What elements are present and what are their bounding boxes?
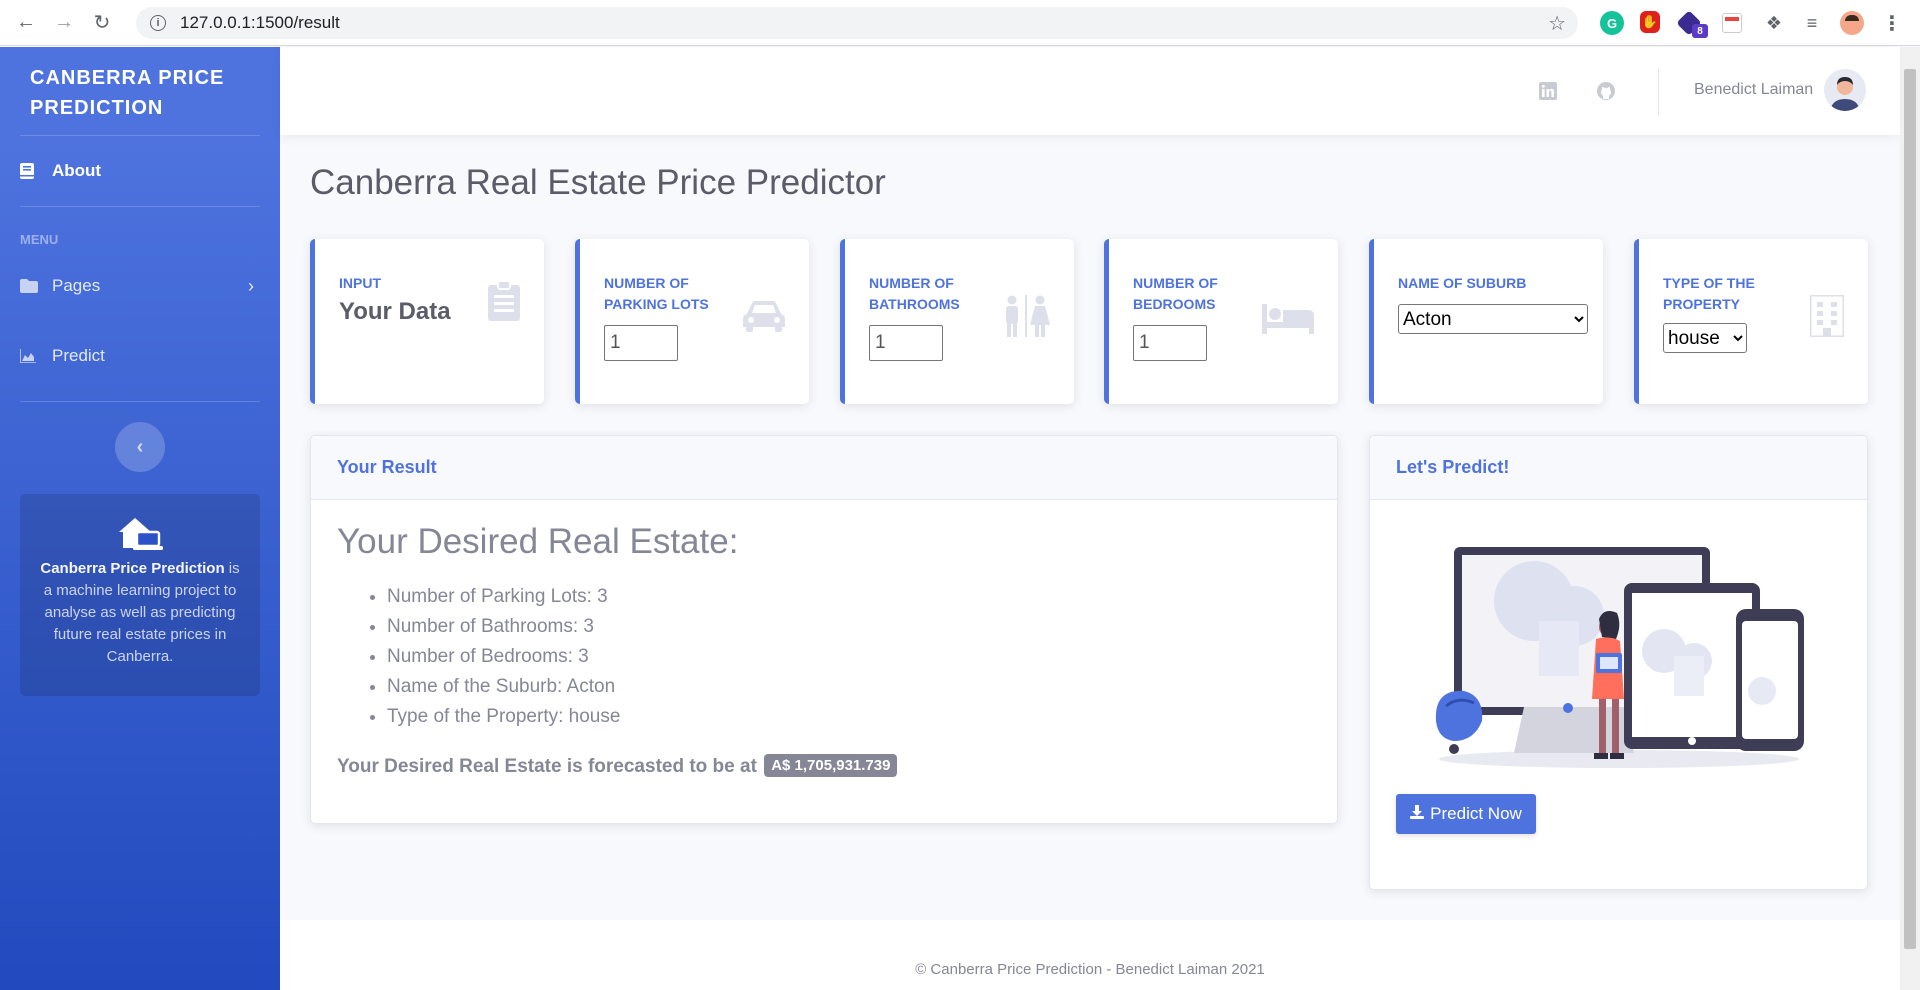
bed-icon [1262,301,1314,344]
promo-title: Canberra Price Prediction [40,560,225,577]
reading-list-icon[interactable]: ≡ [1800,11,1824,35]
adblock-extension-icon[interactable]: ✋ [1640,11,1660,33]
parking-lots-input[interactable] [604,325,678,361]
puzzle-extensions-icon[interactable]: ❖ [1762,11,1786,35]
predict-card: Let's Predict! Predict Now [1369,435,1868,890]
suburb-card: NAME OF SUBURB Acton [1369,239,1603,404]
restroom-icon [1002,295,1050,347]
user-name[interactable]: Benedict Laiman [1694,81,1813,99]
forward-arrow-icon[interactable]: → [52,11,76,35]
card-label: NUMBER OF BEDROOMS [1133,275,1218,312]
profile-avatar-icon[interactable] [1840,11,1864,35]
page-scrollbar[interactable] [1900,47,1920,990]
result-list: Number of Parking Lots: 3 Number of Bath… [387,582,620,732]
bedrooms-card: NUMBER OF BEDROOMS [1104,239,1338,404]
forecast-text: Your Desired Real Estate is forecasted t… [337,756,757,777]
sidebar-item-label: Predict [52,346,105,365]
input-data-card: INPUT Your Data [310,239,544,404]
sidebar-item-about[interactable]: About [0,136,280,206]
chevron-right-icon: › [248,275,254,296]
list-item: Number of Bedrooms: 3 [387,642,620,672]
bedrooms-input[interactable] [1133,325,1207,361]
linkedin-icon[interactable] [1538,81,1558,101]
chevron-left-icon: ‹ [136,435,144,458]
predict-now-label: Predict Now [1430,804,1522,823]
area-chart-icon [20,349,42,363]
user-avatar[interactable] [1824,69,1866,111]
list-item: Number of Parking Lots: 3 [387,582,620,612]
list-item: Type of the Property: house [387,702,620,732]
card-label: NAME OF SUBURB [1398,275,1527,291]
book-icon [20,163,42,179]
sidebar-toggle-button[interactable]: ‹ [115,422,165,472]
building-icon [1808,293,1846,347]
sidebar-divider [20,401,260,402]
clipboard-list-icon [488,280,520,331]
url-text: 127.0.0.1:1500/result [180,13,340,32]
browser-menu-icon[interactable]: ⋮ [1880,11,1904,35]
list-item: Name of the Suburb: Acton [387,672,620,702]
property-type-card: TYPE OF THE PROPERTY house [1634,239,1868,404]
sidebar-item-label: About [52,161,102,180]
car-icon [743,299,785,342]
card-label: TYPE OF THE PROPERTY [1663,275,1755,312]
card-label: NUMBER OF BATHROOMS [869,275,960,312]
suburb-select[interactable]: Acton [1398,304,1588,334]
site-info-icon[interactable]: i [150,15,166,31]
sidebar-item-pages[interactable]: Pages › [0,251,280,321]
extension-note-icon[interactable] [1722,13,1742,33]
property-type-select[interactable]: house [1663,323,1747,353]
parking-lots-card: NUMBER OF PARKING LOTS [575,239,809,404]
house-laptop-icon [40,516,240,554]
card-label: NUMBER OF PARKING LOTS [604,275,709,312]
github-icon[interactable] [1596,81,1616,101]
grammarly-extension-icon[interactable]: G [1600,11,1624,35]
sidebar: CANBERRA PRICE PREDICTION About MENU Pag… [0,47,280,990]
forecast-line: Your Desired Real Estate is forecasted t… [337,754,898,778]
page-title: Canberra Real Estate Price Predictor [310,163,886,202]
bookmark-star-icon[interactable]: ☆ [1548,11,1566,36]
predict-card-header: Let's Predict! [1370,436,1867,500]
topbar-divider [1658,69,1659,115]
sidebar-promo-card: Canberra Price Prediction is a machine l… [20,494,260,696]
download-icon [1410,804,1425,824]
sidebar-heading: MENU [20,232,59,247]
folder-icon [20,279,42,293]
result-card: Your Result Your Desired Real Estate: Nu… [310,435,1338,824]
back-arrow-icon[interactable]: ← [14,11,38,35]
extension-badge: 8 [1692,24,1708,38]
sidebar-item-label: Pages [52,276,101,295]
scrollbar-thumb[interactable] [1904,69,1916,949]
result-title: Your Desired Real Estate: [337,522,739,561]
predict-now-button[interactable]: Predict Now [1396,794,1536,834]
address-bar[interactable]: i 127.0.0.1:1500/result ☆ [136,7,1578,39]
reload-icon[interactable]: ↻ [90,11,114,35]
footer: © Canberra Price Prediction - Benedict L… [280,920,1900,990]
sidebar-brand[interactable]: CANBERRA PRICE PREDICTION [0,47,280,135]
topbar: Benedict Laiman [280,47,1900,135]
bathrooms-input[interactable] [869,325,943,361]
browser-toolbar: ← → ↻ i 127.0.0.1:1500/result ☆ G ✋ 8 ❖ … [0,0,1920,46]
devices-illustration [1424,541,1814,776]
price-badge: A$ 1,705,931.739 [764,754,898,777]
card-label: INPUT [339,275,381,291]
bathrooms-card: NUMBER OF BATHROOMS [840,239,1074,404]
result-card-header: Your Result [311,436,1337,500]
list-item: Number of Bathrooms: 3 [387,612,620,642]
sidebar-item-predict[interactable]: Predict [0,321,280,391]
copyright-text: © Canberra Price Prediction - Benedict L… [915,960,1265,978]
